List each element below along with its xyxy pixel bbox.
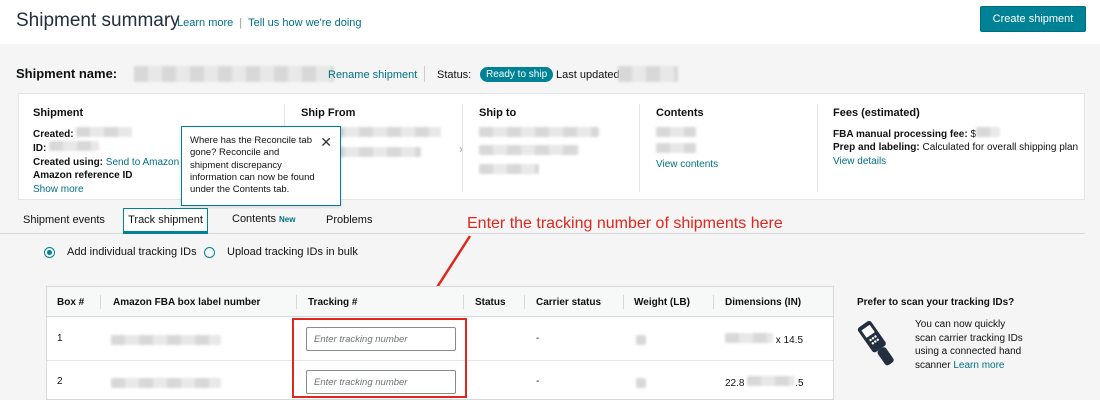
individual-tracking-radio[interactable]: Add individual tracking IDs <box>44 246 197 258</box>
column-header: Carrier status <box>536 297 602 308</box>
weight-redacted <box>636 335 646 345</box>
scanner-description: You can now quickly scan carrier trackin… <box>915 318 1025 372</box>
tracking-table: Box # Amazon FBA box label number Tracki… <box>46 286 834 400</box>
scanner-title: Prefer to scan your tracking IDs? <box>857 297 1015 308</box>
column-divider <box>524 295 525 309</box>
table-header: Box # Amazon FBA box label number Tracki… <box>47 287 833 317</box>
scanner-promo: Prefer to scan your tracking IDs? You ca… <box>857 296 1077 371</box>
bulk-upload-radio[interactable]: Upload tracking IDs in bulk <box>204 246 358 258</box>
dimensions-suffix: x 14.5 <box>775 335 804 346</box>
column-header: Weight (LB) <box>634 297 690 308</box>
barcode-scanner-icon <box>857 320 894 366</box>
column-header: Amazon FBA box label number <box>113 297 261 308</box>
radio-unselected-icon <box>204 246 215 258</box>
table-row: 2 - 22.8 .5 <box>47 361 833 400</box>
radio-label: Add individual tracking IDs <box>67 246 197 258</box>
box-number: 1 <box>57 333 63 344</box>
carrier-status: - <box>536 376 540 387</box>
dimensions-redacted <box>747 376 796 386</box>
column-divider <box>713 295 714 309</box>
column-divider <box>296 295 297 309</box>
column-header: Dimensions (IN) <box>725 297 802 308</box>
column-header: Tracking # <box>308 297 358 308</box>
tracking-number-input[interactable] <box>306 370 456 394</box>
box-number: 2 <box>57 376 63 387</box>
column-divider <box>463 295 464 309</box>
column-divider <box>100 295 101 309</box>
tracking-number-input[interactable] <box>306 327 456 351</box>
radio-label: Upload tracking IDs in bulk <box>227 246 358 258</box>
dimensions: x 14.5 <box>725 333 803 346</box>
radio-selected-icon <box>44 246 55 258</box>
box-label-redacted <box>111 378 221 388</box>
box-label-redacted <box>111 335 221 345</box>
dimensions: 22.8 .5 <box>725 376 804 389</box>
column-header: Status <box>475 297 506 308</box>
dimensions-redacted <box>725 333 773 343</box>
column-header: Box # <box>57 297 85 308</box>
table-row: 1 - x 14.5 <box>47 318 833 361</box>
weight-redacted <box>636 378 646 388</box>
carrier-status: - <box>536 333 540 344</box>
dimensions-suffix: .5 <box>795 378 804 389</box>
dimensions-prefix: 22.8 <box>725 378 745 389</box>
scanner-learn-more-link[interactable]: Learn more <box>953 360 1004 371</box>
column-divider <box>623 295 624 309</box>
